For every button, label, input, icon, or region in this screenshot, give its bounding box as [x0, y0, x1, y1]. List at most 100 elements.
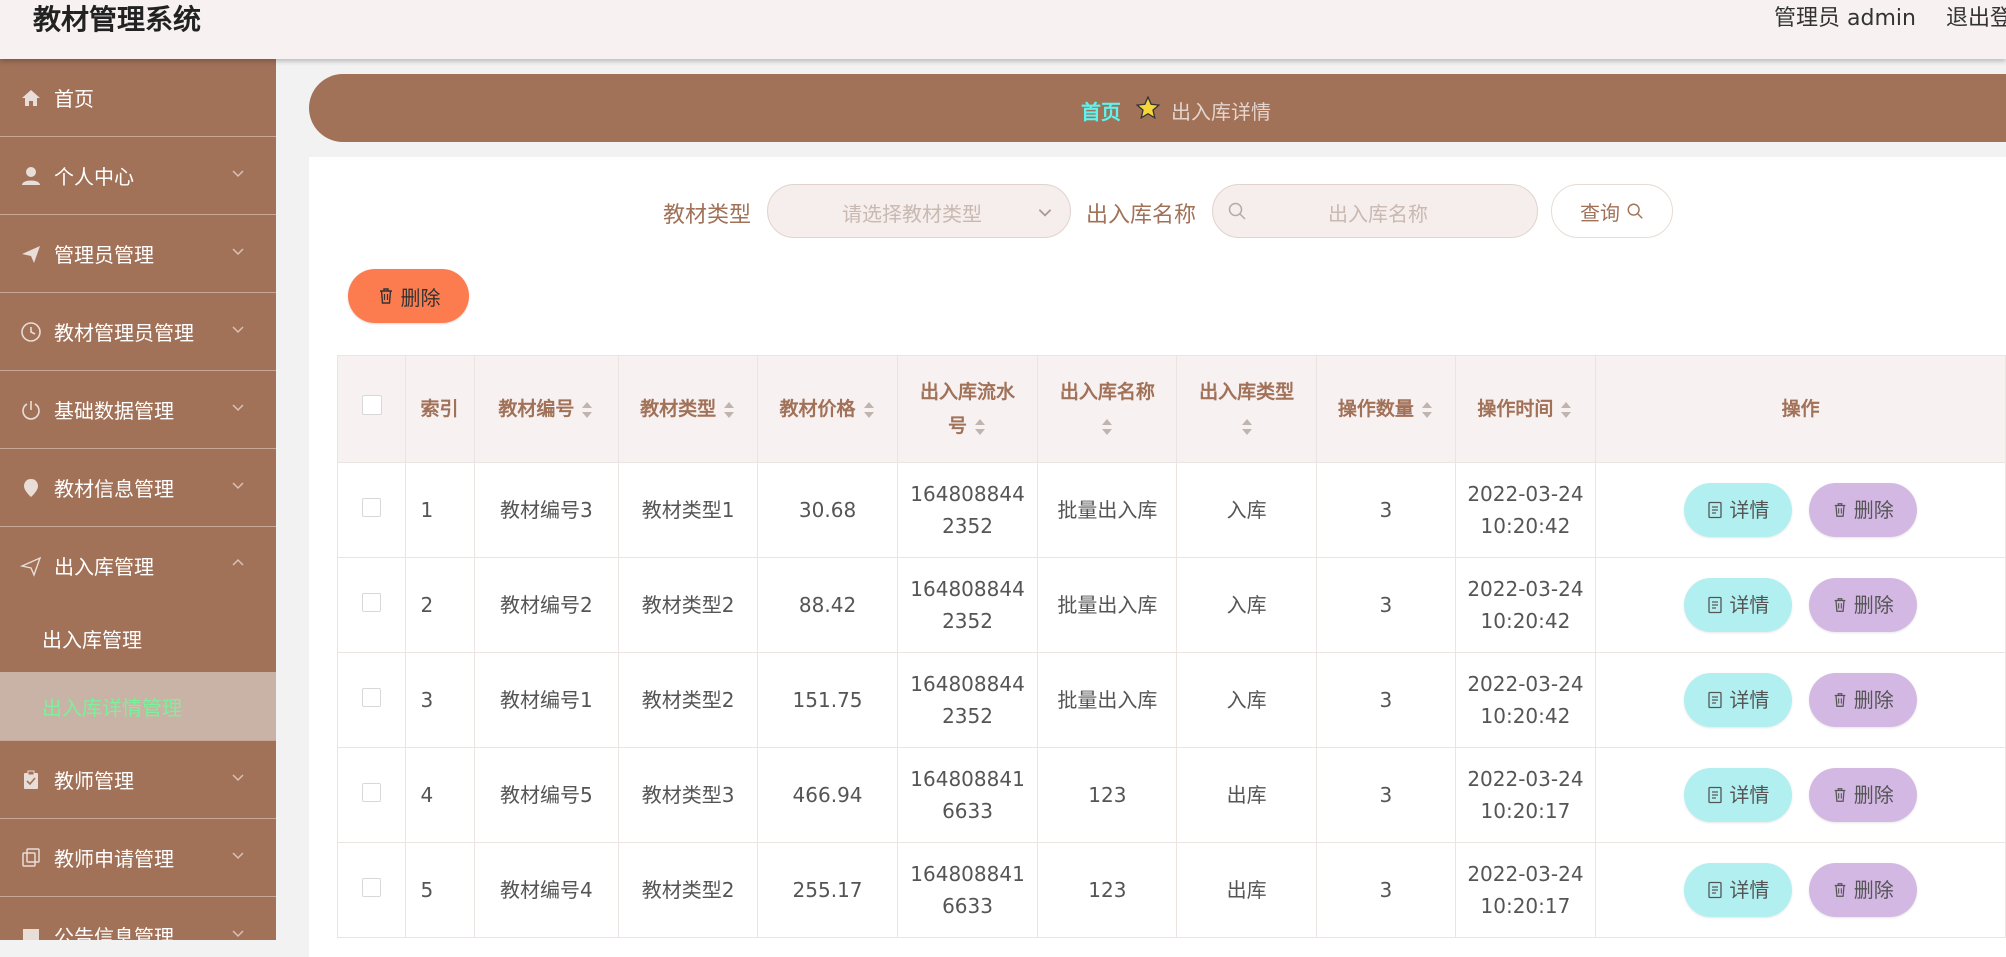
sort-icon[interactable] [1100, 417, 1114, 437]
header-type[interactable]: 教材类型 [617, 355, 759, 463]
header-serial[interactable]: 出入库流水号 [896, 355, 1039, 463]
chevron-down-icon [232, 774, 244, 782]
sort-icon[interactable] [973, 417, 987, 437]
trash-icon [379, 288, 392, 304]
cell-index: 5 [405, 842, 476, 938]
cell-index: 3 [405, 652, 476, 748]
breadcrumb-home[interactable]: 首页 [1081, 96, 1121, 125]
trash-icon [1834, 883, 1846, 897]
app-title: 教材管理系统 [33, 3, 202, 36]
cell-code: 教材编号3 [474, 462, 619, 558]
sidebar-item-home[interactable]: 首页 [0, 59, 276, 137]
row-checkbox[interactable] [362, 593, 382, 612]
detail-button[interactable]: 详情 [1684, 483, 1793, 537]
cell-qty: 3 [1316, 747, 1456, 843]
cell-code: 教材编号4 [474, 842, 619, 938]
sidebar-item-personal[interactable]: 个人中心 [0, 137, 276, 215]
chevron-down-icon [232, 170, 244, 178]
cell-kind: 入库 [1176, 462, 1317, 558]
row-delete-button[interactable]: 删除 [1808, 863, 1917, 917]
sidebar-item-textbook-info[interactable]: 教材信息管理 [0, 449, 276, 527]
chevron-down-icon [232, 404, 244, 412]
query-button[interactable]: 查询 [1551, 184, 1673, 238]
search-icon [1228, 202, 1246, 220]
clipboard-icon [20, 769, 42, 791]
header-time[interactable]: 操作时间 [1454, 355, 1597, 463]
sort-icon[interactable] [1240, 417, 1254, 437]
trash-icon [1834, 693, 1846, 707]
sidebar-subitem-stock[interactable]: 出入库管理 [0, 604, 276, 672]
sort-icon[interactable] [580, 400, 594, 420]
sidebar-item-admin[interactable]: 管理员管理 [0, 215, 276, 293]
header-select-all[interactable] [336, 355, 407, 463]
chat-icon [20, 925, 42, 940]
sidebar-item-basic-data[interactable]: 基础数据管理 [0, 371, 276, 449]
document-icon [1708, 691, 1723, 709]
row-delete-button[interactable]: 删除 [1808, 768, 1917, 822]
home-icon [20, 87, 42, 109]
header-qty[interactable]: 操作数量 [1316, 355, 1456, 463]
cell-time: 2022-03-24 10:20:17 [1454, 747, 1597, 843]
trash-icon [1834, 503, 1846, 517]
cell-price: 151.75 [757, 652, 898, 748]
sidebar-item-textbook-admin[interactable]: 教材管理员管理 [0, 293, 276, 371]
sidebar-item-stock[interactable]: 出入库管理 [0, 527, 276, 604]
sort-icon[interactable] [722, 400, 736, 420]
row-delete-button[interactable]: 删除 [1808, 483, 1917, 537]
cell-price: 88.42 [757, 557, 898, 653]
select-all-checkbox[interactable] [361, 395, 382, 415]
chevron-up-icon [232, 558, 244, 566]
cell-kind: 出库 [1176, 747, 1317, 843]
trash-icon [1834, 788, 1846, 802]
breadcrumb-current: 出入库详情 [1171, 100, 1271, 124]
user-info: 管理员 admin [1774, 6, 1916, 31]
header-price[interactable]: 教材价格 [757, 355, 898, 463]
sort-icon[interactable] [1559, 400, 1573, 420]
location-icon [20, 477, 42, 499]
sort-icon[interactable] [862, 400, 876, 420]
header-name[interactable]: 出入库名称 [1037, 355, 1178, 463]
row-checkbox-cell[interactable] [336, 842, 407, 938]
row-checkbox[interactable] [362, 878, 382, 897]
query-button-label: 查询 [1580, 200, 1620, 225]
row-checkbox-cell[interactable] [336, 747, 407, 843]
cell-index: 2 [405, 557, 476, 653]
copy-icon [20, 847, 42, 869]
breadcrumb: 首页 出入库详情 [309, 74, 2006, 142]
row-delete-button[interactable]: 删除 [1808, 578, 1917, 632]
cell-serial: 164808841 6633 [896, 747, 1039, 843]
cell-serial: 164808844 2352 [896, 462, 1039, 558]
header-kind[interactable]: 出入库类型 [1176, 355, 1317, 463]
detail-button[interactable]: 详情 [1684, 768, 1793, 822]
row-checkbox-cell[interactable] [336, 557, 407, 653]
row-checkbox-cell[interactable] [336, 652, 407, 748]
detail-button[interactable]: 详情 [1684, 673, 1793, 727]
logout-link[interactable]: 退出登录 [1946, 4, 2006, 34]
row-checkbox[interactable] [362, 783, 382, 802]
name-search-input[interactable]: 出入库名称 [1212, 184, 1538, 238]
cell-name: 123 [1037, 747, 1178, 843]
top-bar: 教材管理系统 管理员 admin 退出登录 [0, 0, 2006, 59]
sidebar-item-teacher[interactable]: 教师管理 [0, 740, 276, 819]
cell-kind: 入库 [1176, 652, 1317, 748]
row-checkbox[interactable] [362, 688, 382, 707]
sort-icon[interactable] [1420, 400, 1434, 420]
sidebar-item-notice[interactable]: 公告信息管理 [0, 897, 276, 940]
detail-button[interactable]: 详情 [1684, 863, 1793, 917]
trash-icon [1834, 598, 1846, 612]
batch-delete-button[interactable]: 删除 [348, 269, 469, 323]
row-delete-button[interactable]: 删除 [1808, 673, 1917, 727]
cell-actions: 详情 删除 [1595, 462, 2006, 558]
detail-button[interactable]: 详情 [1684, 578, 1793, 632]
type-select[interactable]: 请选择教材类型 [767, 184, 1071, 238]
row-checkbox-cell[interactable] [336, 462, 407, 558]
sidebar-item-teacher-apply[interactable]: 教师申请管理 [0, 819, 276, 897]
header-code[interactable]: 教材编号 [474, 355, 619, 463]
row-checkbox[interactable] [362, 498, 382, 517]
send-icon [20, 243, 42, 265]
sidebar-subitem-stock-detail[interactable]: 出入库详情管理 [0, 672, 276, 740]
cell-index: 1 [405, 462, 476, 558]
cell-price: 30.68 [757, 462, 898, 558]
sidebar-item-label: 公告信息管理 [54, 925, 174, 940]
cell-code: 教材编号1 [474, 652, 619, 748]
